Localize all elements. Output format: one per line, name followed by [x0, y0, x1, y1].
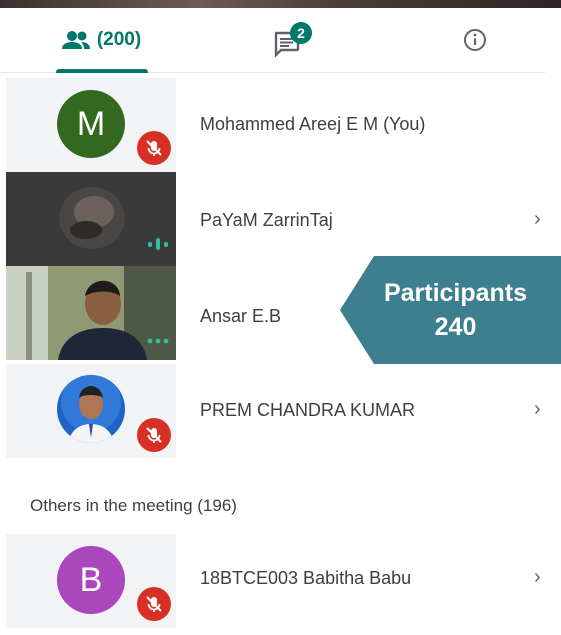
participant-video-tile: [6, 266, 176, 360]
tab-chat[interactable]: 2: [240, 8, 340, 72]
chevron-right-icon[interactable]: ›: [534, 208, 541, 231]
participant-row[interactable]: M Mohammed Areej E M (You): [0, 78, 545, 172]
participant-tile: M: [6, 78, 176, 172]
speaking-indicator-icon: [148, 238, 168, 250]
avatar: M: [57, 90, 125, 158]
participant-video-tile: [6, 172, 176, 266]
video-strip-top: [0, 0, 561, 8]
participant-row[interactable]: PaYaM ZarrinTaj ›: [0, 172, 545, 266]
tab-people[interactable]: (200): [40, 8, 162, 72]
callout-count: 240: [434, 313, 477, 341]
participant-name: PaYaM ZarrinTaj: [200, 210, 333, 230]
participants-callout: Participants 240: [340, 256, 561, 364]
participant-name: PREM CHANDRA KUMAR: [200, 400, 416, 420]
tab-info[interactable]: [430, 8, 520, 72]
mic-off-icon: [137, 418, 171, 452]
panel-tabs: (200) 2: [0, 8, 545, 73]
participant-name: 18BTCE003 Babitha Babu: [200, 568, 412, 588]
more-options-icon[interactable]: [146, 336, 170, 346]
participant-name: Ansar E.B: [200, 306, 282, 326]
avatar: B: [57, 546, 125, 614]
people-icon: [61, 31, 90, 49]
mic-off-icon: [137, 131, 171, 165]
participant-row[interactable]: PREM CHANDRA KUMAR ›: [0, 364, 545, 458]
participant-row[interactable]: B 18BTCE003 Babitha Babu ›: [0, 534, 545, 628]
active-tab-indicator: [56, 69, 148, 73]
people-count: (200): [96, 29, 142, 50]
avatar: [57, 375, 125, 443]
callout-title: Participants: [383, 279, 528, 307]
participant-tile: B: [6, 534, 176, 628]
participant-name: Mohammed Areej E M (You): [200, 114, 426, 134]
participant-tile: [6, 364, 176, 458]
info-icon: [464, 29, 486, 51]
chevron-right-icon[interactable]: ›: [534, 398, 541, 421]
mic-off-icon: [137, 587, 171, 621]
chevron-right-icon[interactable]: ›: [534, 566, 541, 589]
others-section-label: Others in the meeting (196): [30, 496, 237, 515]
chat-badge: 2: [290, 22, 312, 44]
